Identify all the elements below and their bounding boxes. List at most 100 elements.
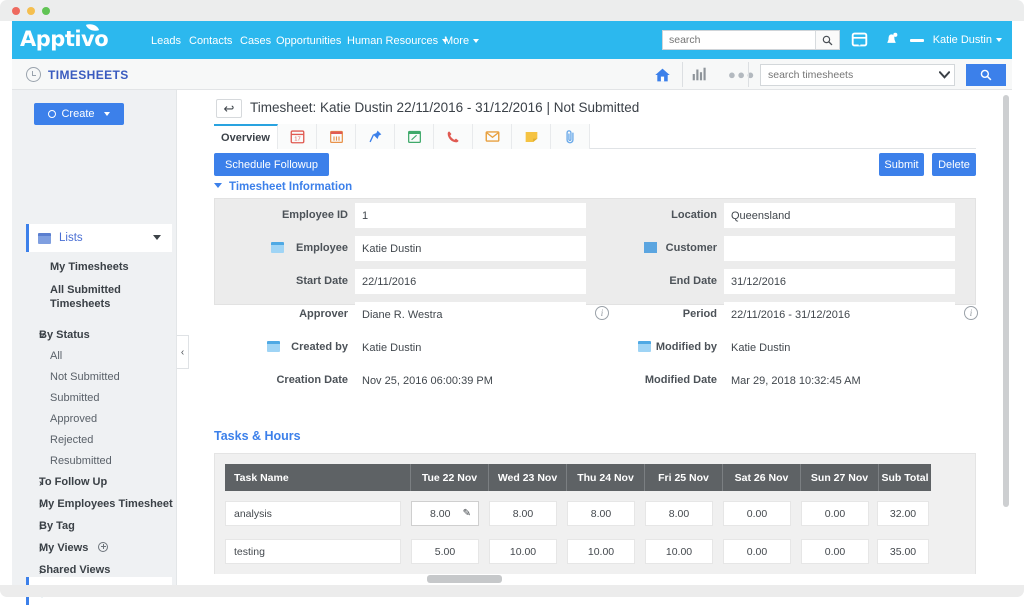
create-button[interactable]: Create (34, 103, 124, 125)
field-location: Location (724, 203, 955, 228)
vertical-scrollbar-track[interactable] (1002, 90, 1011, 585)
tab-attachments[interactable] (551, 124, 590, 149)
timesheet-information-card: Employee ID Employee Start Date Approver… (214, 198, 976, 305)
sidebar-section-lists[interactable]: Lists (26, 224, 172, 252)
sidebar-item-all-submitted-timesheets[interactable]: All Submitted Timesheets (12, 283, 132, 311)
sidebar-item-submitted[interactable]: Submitted (12, 391, 177, 405)
nav-link-contacts[interactable]: Contacts (189, 35, 232, 47)
tab-overview[interactable]: Overview (214, 124, 278, 149)
tab-calendar-red[interactable]: 17 (278, 124, 317, 149)
user-menu[interactable]: Katie Dustin (933, 34, 1002, 46)
tab-calendar-orange[interactable] (317, 124, 356, 149)
back-button[interactable]: ↩ (216, 99, 242, 118)
vertical-scrollbar-thumb[interactable] (1003, 95, 1009, 507)
column-header-thu: Thu 24 Nov (567, 464, 645, 491)
creation-date-input[interactable] (355, 368, 586, 393)
notifications-icon[interactable] (883, 31, 900, 53)
hours-cell-tue[interactable]: 5.00 (411, 539, 479, 564)
hours-cell-fri[interactable]: 10.00 (645, 539, 713, 564)
search-input[interactable] (663, 31, 815, 49)
hours-cell-wed[interactable]: 8.00 (489, 501, 557, 526)
tab-notes[interactable] (512, 124, 551, 149)
timesheet-search-input[interactable] (761, 69, 934, 81)
sidebar-item-resubmitted[interactable]: Resubmitted (12, 454, 177, 468)
tab-email[interactable] (473, 124, 512, 149)
search-button[interactable] (815, 31, 839, 49)
more-dots-icon[interactable]: ●●● (728, 70, 756, 79)
nav-link-opportunities[interactable]: Opportunities (276, 35, 341, 47)
hours-cell-wed[interactable]: 10.00 (489, 539, 557, 564)
pencil-icon[interactable]: ✎ (463, 508, 471, 519)
sidebar-item-to-follow-up[interactable]: › To Follow Up (12, 475, 177, 489)
employee-input[interactable] (355, 236, 586, 261)
end-date-input[interactable] (724, 269, 955, 294)
sidebar-item-shared-views[interactable]: › Shared Views (12, 563, 177, 577)
start-date-input[interactable] (355, 269, 586, 294)
sidebar-item-my-views[interactable]: › My Views (12, 541, 177, 555)
nav-link-leads[interactable]: Leads (151, 35, 181, 47)
employee-id-input[interactable] (355, 203, 586, 228)
timesheet-information-section-header[interactable]: Timesheet Information (214, 181, 352, 193)
created-by-input[interactable] (355, 335, 586, 360)
column-header-tue: Tue 22 Nov (411, 464, 489, 491)
tab-pin[interactable] (356, 124, 395, 149)
sidebar-item-all[interactable]: All (12, 349, 177, 363)
sidebar-collapse-button[interactable]: ‹ (177, 335, 189, 369)
approver-info-icon[interactable]: i (595, 306, 609, 320)
window-close-button[interactable] (12, 7, 20, 15)
nav-link-cases[interactable]: Cases (240, 35, 271, 47)
hours-cell-thu[interactable]: 8.00 (567, 501, 635, 526)
tab-calendar-green[interactable] (395, 124, 434, 149)
sidebar-item-by-tag[interactable]: › By Tag (12, 519, 177, 533)
horizontal-scrollbar-track[interactable] (190, 574, 1002, 585)
hours-cell-fri[interactable]: 8.00 (645, 501, 713, 526)
submit-button[interactable]: Submit (879, 153, 924, 176)
timesheet-search-button[interactable] (966, 64, 1006, 86)
sidebar-item-by-status[interactable]: ˅ By Status (12, 328, 177, 342)
nav-label: Opportunities (276, 35, 341, 47)
task-name-cell[interactable]: testing (225, 539, 401, 564)
chevron-down-icon (104, 112, 110, 116)
period-input[interactable] (724, 302, 955, 327)
hours-cell-sat[interactable]: 0.00 (723, 501, 791, 526)
modified-by-input[interactable] (724, 335, 955, 360)
sidebar-item-approved[interactable]: Approved (12, 412, 177, 426)
home-button[interactable] (644, 64, 680, 86)
phone-red-icon (446, 129, 461, 144)
schedule-followup-button[interactable]: Schedule Followup (214, 153, 329, 176)
period-info-icon[interactable]: i (964, 306, 978, 320)
hours-cell-sun[interactable]: 0.00 (801, 539, 869, 564)
delete-button[interactable]: Delete (932, 153, 976, 176)
tab-call[interactable] (434, 124, 473, 149)
sidebar-item-label: My Timesheets (50, 261, 129, 273)
add-view-icon[interactable] (98, 542, 108, 552)
window-maximize-button[interactable] (42, 7, 50, 15)
field-start-date: Start Date (355, 269, 586, 294)
nav-link-human-resources[interactable]: Human Resources (347, 35, 448, 47)
user-name: Katie Dustin (933, 34, 992, 46)
reports-button[interactable] (690, 65, 708, 88)
chevron-down-icon (996, 38, 1002, 42)
hours-cell-tue[interactable]: 8.00 ✎ (411, 501, 479, 526)
window-minimize-button[interactable] (27, 7, 35, 15)
chevron-down-icon (473, 39, 479, 43)
modified-date-input[interactable] (724, 368, 955, 393)
location-input[interactable] (724, 203, 955, 228)
hours-cell-sat[interactable]: 0.00 (723, 539, 791, 564)
task-name-cell[interactable]: analysis (225, 501, 401, 526)
calendar-green-icon (407, 129, 422, 144)
timesheet-search-dropdown[interactable] (934, 71, 954, 79)
country-flag-icon (910, 39, 924, 42)
nav-link-more[interactable]: More (444, 35, 479, 47)
sidebar-item-my-employees-timesheet[interactable]: › My Employees Timesheet (12, 497, 180, 511)
approver-input[interactable] (355, 302, 586, 327)
sidebar-item-not-submitted[interactable]: Not Submitted (12, 370, 177, 384)
customer-input[interactable] (724, 236, 955, 261)
hours-cell-sun[interactable]: 0.00 (801, 501, 869, 526)
sidebar-item-label: All Submitted Timesheets (50, 284, 121, 310)
sidebar-item-my-timesheets[interactable]: My Timesheets (12, 260, 177, 274)
sidebar-item-rejected[interactable]: Rejected (12, 433, 177, 447)
calendar-icon[interactable] (851, 31, 868, 53)
hours-cell-thu[interactable]: 10.00 (567, 539, 635, 564)
horizontal-scrollbar-thumb[interactable] (427, 575, 502, 583)
